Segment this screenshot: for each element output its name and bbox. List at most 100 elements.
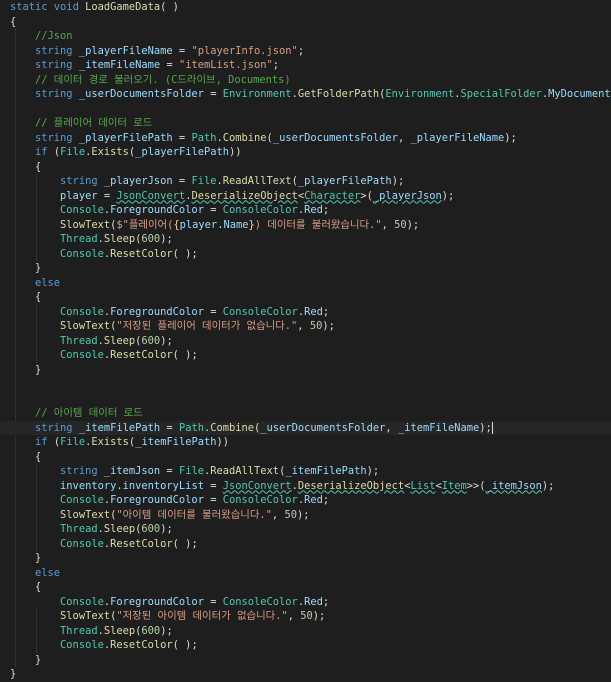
code-line[interactable]: else: [0, 566, 611, 581]
code-token: )): [216, 436, 230, 448]
code-line[interactable]: string _itemFilePath = Path.Combine(_use…: [0, 420, 611, 435]
code-token: File: [191, 175, 217, 187]
code-line-text: // 플레이어 데이터 로드: [10, 116, 152, 131]
code-token: Environment: [385, 88, 455, 100]
code-line[interactable]: Console.ResetColor( );: [0, 638, 611, 653]
code-line[interactable]: Console.ResetColor( );: [0, 537, 611, 552]
code-line-text: string _itemJson = File.ReadAllText(_ite…: [10, 464, 379, 479]
code-line[interactable]: static void LoadGameData( ): [0, 0, 611, 15]
code-line-text: {: [10, 580, 41, 595]
code-token: Sleep: [103, 334, 136, 347]
code-token: _playerFileName: [78, 44, 173, 57]
code-token: string: [35, 421, 79, 434]
code-token: _playerFilePath: [135, 146, 230, 158]
code-token: ;: [272, 59, 280, 71]
code-line[interactable]: string _playerFileName = "playerInfo.jso…: [0, 44, 611, 59]
code-token: ResetColor: [110, 247, 173, 260]
code-token: ForegroundColor: [110, 204, 204, 216]
code-line[interactable]: Console.ForegroundColor = ConsoleColor.R…: [0, 493, 611, 508]
code-line[interactable]: }: [0, 667, 611, 682]
code-line[interactable]: // 아이템 데이터 로드: [0, 406, 611, 421]
code-line[interactable]: {: [0, 290, 611, 305]
code-line[interactable]: }: [0, 653, 611, 668]
code-token: >>(: [466, 479, 486, 492]
code-line[interactable]: player = JsonConvert.DeserializeObject<C…: [0, 189, 611, 204]
code-line-text: }: [10, 363, 41, 378]
code-token: =: [160, 421, 179, 434]
code-token: =: [203, 494, 223, 506]
code-line[interactable]: SlowText("저장된 아이템 데이터가 없습니다.", 50);: [0, 609, 611, 624]
code-token: >(: [360, 189, 373, 202]
code-line[interactable]: Thread.Sleep(600);: [0, 624, 611, 639]
code-line[interactable]: [0, 392, 611, 407]
code-line-text: string _userDocumentsFolder = Environmen…: [10, 87, 611, 102]
code-line[interactable]: inventory.inventoryList = JsonConvert.De…: [0, 479, 611, 494]
code-line[interactable]: Console.ForegroundColor = ConsoleColor.R…: [0, 305, 611, 320]
code-line[interactable]: [0, 377, 611, 392]
code-token: {: [10, 581, 42, 593]
code-token: Path: [191, 131, 217, 144]
code-token: =: [172, 131, 192, 144]
code-editor[interactable]: static void LoadGameData( ){ //Json stri…: [0, 0, 611, 680]
code-line[interactable]: {: [0, 450, 611, 465]
code-token: string: [60, 465, 104, 477]
code-token: SpecialFolder: [460, 88, 542, 100]
code-line[interactable]: }: [0, 261, 611, 276]
code-line[interactable]: Thread.Sleep(600);: [0, 522, 611, 537]
code-line[interactable]: Console.ForegroundColor = ConsoleColor.R…: [0, 595, 611, 610]
code-line[interactable]: Console.ResetColor( );: [0, 247, 611, 262]
code-token: ;: [322, 305, 330, 318]
code-token: 50: [394, 218, 407, 231]
code-line[interactable]: else: [0, 276, 611, 291]
code-line[interactable]: }: [0, 551, 611, 566]
code-line[interactable]: {: [0, 160, 611, 175]
code-token: Exists: [91, 146, 129, 158]
code-line[interactable]: [0, 102, 611, 117]
code-token: }: [10, 653, 42, 666]
code-token: _playerJson: [103, 175, 173, 187]
code-line[interactable]: if (File.Exists(_itemFilePath)): [0, 435, 611, 450]
code-line[interactable]: SlowText("저장된 플레이어 데이터가 없습니다.", 50);: [0, 319, 611, 334]
code-line[interactable]: Thread.Sleep(600);: [0, 232, 611, 247]
code-line[interactable]: string _playerFilePath = Path.Combine(_u…: [0, 131, 611, 146]
code-line[interactable]: {: [0, 580, 611, 595]
code-line[interactable]: string _itemFileName = "itemList.json";: [0, 58, 611, 73]
code-line[interactable]: string _userDocumentsFolder = Environmen…: [0, 87, 611, 102]
code-token: _playerFilePath: [78, 131, 173, 144]
code-line[interactable]: Thread.Sleep(600);: [0, 334, 611, 349]
code-line-text: Console.ForegroundColor = ConsoleColor.R…: [10, 305, 329, 320]
code-token: _userDocumentsFolder: [78, 88, 204, 100]
code-line[interactable]: Console.ResetColor( );: [0, 348, 611, 363]
code-line[interactable]: }: [0, 363, 611, 378]
code-line[interactable]: SlowText("아이템 데이터를 불러왔습니다.", 50);: [0, 508, 611, 523]
code-token: SlowText: [60, 610, 111, 622]
code-line[interactable]: SlowText($"플레이어({player.Name}) 데이터를 불러왔습…: [0, 218, 611, 233]
code-token: Path: [178, 421, 204, 434]
code-line[interactable]: // 플레이어 데이터 로드: [0, 116, 611, 131]
code-token: File: [60, 436, 86, 448]
code-line[interactable]: // 데이터 경로 불러오기. (C드라이브, Documents): [0, 73, 611, 88]
code-token: inventoryList: [122, 479, 204, 492]
code-line[interactable]: string _playerJson = File.ReadAllText(_p…: [0, 174, 611, 189]
code-token: Console: [60, 537, 104, 550]
code-token: {: [10, 15, 17, 28]
code-token: Red: [304, 595, 323, 608]
code-token: ,: [381, 218, 395, 231]
code-line[interactable]: {: [0, 15, 611, 30]
text-caret: [491, 421, 493, 434]
code-line[interactable]: if (File.Exists(_playerFilePath)): [0, 145, 611, 160]
code-line[interactable]: string _itemJson = File.ReadAllText(_ite…: [0, 464, 611, 479]
code-line[interactable]: //Json: [0, 29, 611, 44]
code-token: =: [172, 175, 192, 187]
code-line[interactable]: Console.ForegroundColor = ConsoleColor.R…: [0, 203, 611, 218]
code-token: "playerInfo.json": [191, 44, 298, 57]
